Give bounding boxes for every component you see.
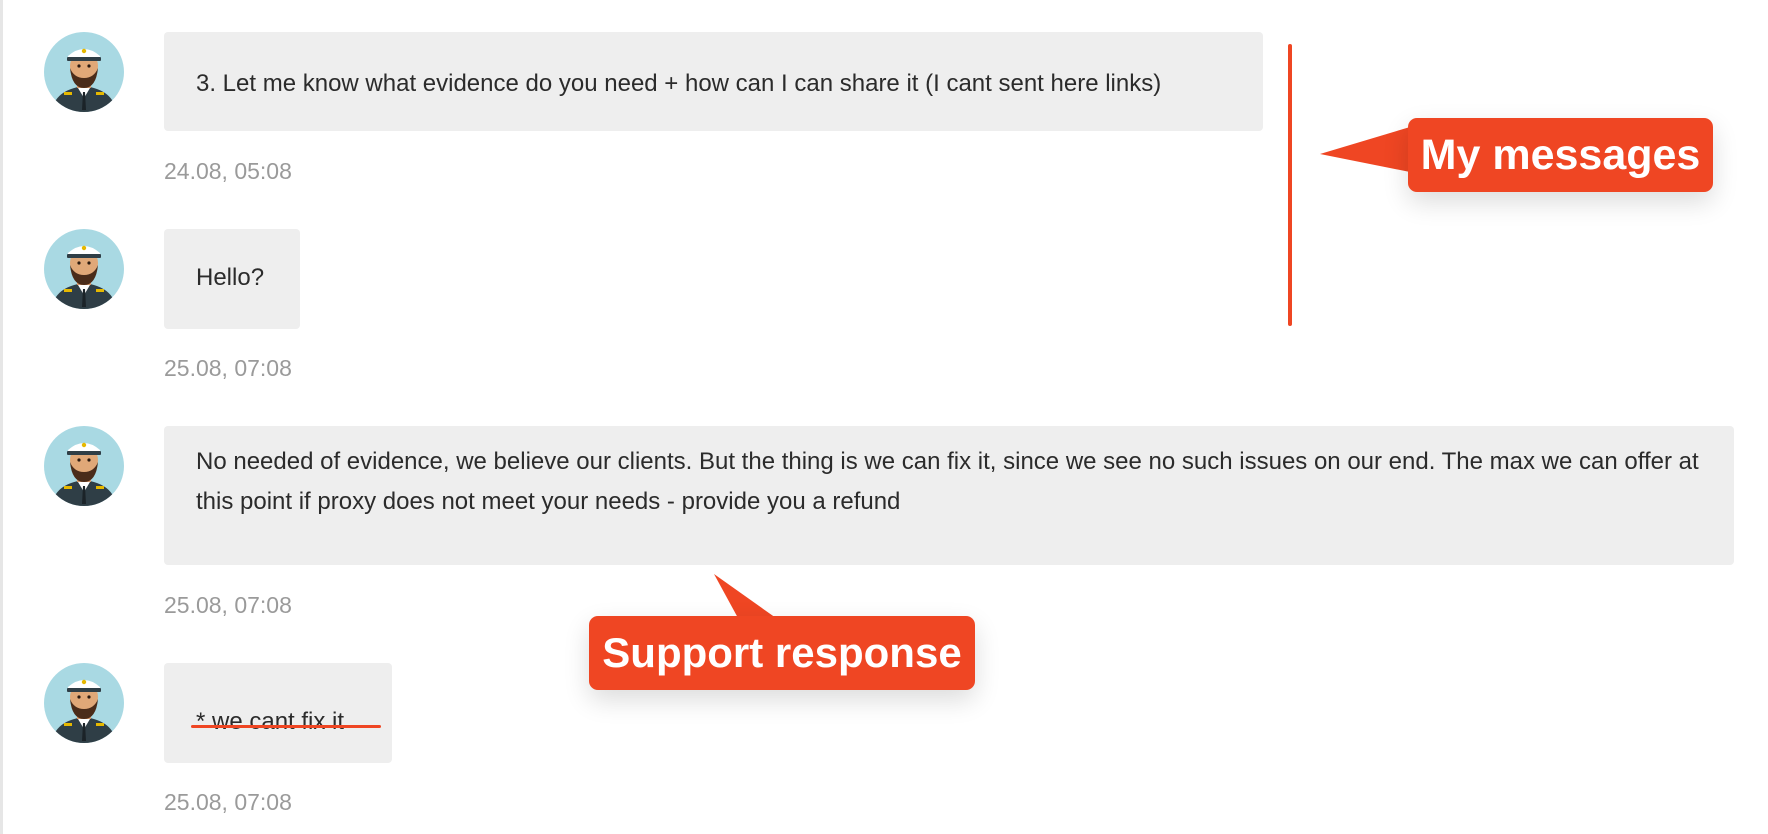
support-response-callout: Support response: [589, 616, 975, 690]
captain-avatar-icon: [44, 32, 124, 112]
highlight-underline: [191, 725, 381, 728]
message-timestamp: 25.08, 07:08: [164, 592, 292, 618]
message-bubble: * we cant fix it: [164, 663, 392, 763]
message-text: Hello?: [196, 264, 265, 291]
message-bubble: No needed of evidence, we believe our cl…: [164, 426, 1734, 565]
captain-avatar-icon: [44, 229, 124, 309]
message-text: No needed of evidence, we believe our cl…: [196, 448, 1699, 515]
message-timestamp: 25.08, 07:08: [164, 355, 292, 381]
message-timestamp: 25.08, 07:08: [164, 789, 292, 815]
captain-avatar-icon: [44, 663, 124, 743]
message-text: * we cant fix it: [196, 708, 345, 735]
message-text: 3. Let me know what evidence do you need…: [196, 70, 1162, 97]
message-timestamp: 24.08, 05:08: [164, 158, 292, 184]
captain-avatar-icon: [44, 426, 124, 506]
support-response-label: Support response: [602, 629, 962, 676]
chat-panel-border: [0, 0, 3, 834]
my-messages-bracket-line: [1288, 44, 1292, 326]
message-bubble: 3. Let me know what evidence do you need…: [164, 32, 1263, 131]
my-messages-callout: My messages: [1408, 118, 1713, 192]
my-messages-label: My messages: [1420, 130, 1701, 179]
message-bubble: Hello?: [164, 229, 300, 329]
my-messages-pointer-icon: [1320, 124, 1420, 174]
